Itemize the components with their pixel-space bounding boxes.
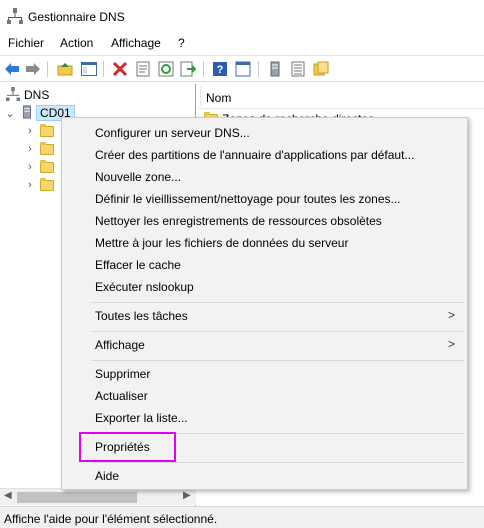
svg-text:?: ? (216, 64, 223, 76)
tree-item-child[interactable]: › (24, 176, 54, 194)
menu-item-vieillissement[interactable]: Définir le vieillissement/nettoyage pour… (62, 188, 467, 210)
menu-item-exporter[interactable]: Exporter la liste... (62, 407, 467, 429)
dns-app-icon (7, 8, 23, 27)
menu-fichier[interactable]: Fichier (8, 36, 44, 50)
menu-item-toutes-taches[interactable]: Toutes les tâches > (62, 305, 467, 327)
title-bar: Gestionnaire DNS (0, 0, 484, 34)
column-divider (200, 86, 201, 106)
menu-item-nettoyer[interactable]: Nettoyer les enregistrements de ressourc… (62, 210, 467, 232)
menu-item-nslookup[interactable]: Exécuter nslookup (62, 276, 467, 298)
refresh-icon[interactable] (156, 60, 175, 78)
back-arrow-icon[interactable] (2, 60, 21, 78)
toolbar-separator (258, 61, 259, 77)
forward-arrow-icon[interactable] (23, 60, 42, 78)
submenu-arrow-icon: > (447, 337, 455, 351)
menu-item-actualiser[interactable]: Actualiser (62, 385, 467, 407)
menu-help[interactable]: ? (178, 36, 185, 50)
folder-zone-icon[interactable] (311, 60, 330, 78)
folder-icon (40, 177, 54, 191)
menu-item-aide[interactable]: Aide (62, 465, 467, 487)
menu-separator (91, 360, 464, 361)
list-icon[interactable] (288, 60, 307, 78)
tree-horizontal-scrollbar[interactable]: ◀ ▶ (0, 488, 196, 505)
menu-item-supprimer[interactable]: Supprimer (62, 363, 467, 385)
window-title: Gestionnaire DNS (28, 10, 125, 24)
delete-icon[interactable] (110, 60, 129, 78)
chevron-right-icon[interactable]: › (24, 125, 36, 137)
toolbar-separator (103, 61, 104, 77)
dns-root-icon (6, 86, 20, 104)
chevron-down-icon[interactable]: ⌄ (4, 107, 16, 120)
menu-affichage[interactable]: Affichage (111, 36, 161, 50)
chevron-right-icon[interactable]: › (24, 143, 36, 155)
folder-icon (40, 141, 54, 155)
submenu-arrow-icon: > (447, 308, 455, 322)
menu-item-creer-partitions[interactable]: Créer des partitions de l'annuaire d'app… (62, 144, 467, 166)
chevron-right-icon[interactable]: › (24, 179, 36, 191)
tree-item-child[interactable]: › (24, 140, 54, 158)
menu-separator (91, 331, 464, 332)
console-tree-icon[interactable] (233, 60, 252, 78)
proprietes-highlight-box (79, 432, 176, 462)
folder-icon (40, 123, 54, 137)
column-header-nom[interactable]: Nom (206, 91, 231, 105)
context-menu: Configurer un serveur DNS... Créer des p… (61, 117, 468, 490)
show-hide-tree-icon[interactable] (79, 60, 98, 78)
tree-label-dns: DNS (24, 88, 50, 102)
toolbar-separator (203, 61, 204, 77)
menu-item-affichage[interactable]: Affichage > (62, 334, 467, 356)
toolbar-separator (47, 61, 48, 77)
menu-separator (91, 302, 464, 303)
export-list-icon[interactable] (178, 60, 197, 78)
up-folder-icon[interactable] (55, 60, 74, 78)
scrollbar-thumb[interactable] (17, 492, 137, 503)
server-icon (22, 104, 32, 122)
server-icon[interactable] (265, 60, 284, 78)
menu-action[interactable]: Action (60, 36, 93, 50)
menu-item-configurer[interactable]: Configurer un serveur DNS... (62, 122, 467, 144)
menu-item-nouvelle-zone[interactable]: Nouvelle zone... (62, 166, 467, 188)
chevron-right-icon[interactable]: › (24, 161, 36, 173)
menu-bar: Fichier Action Affichage ? (0, 34, 484, 54)
column-header: Nom (198, 84, 484, 109)
scroll-right-icon[interactable]: ▶ (183, 490, 191, 501)
scroll-left-icon[interactable]: ◀ (4, 490, 12, 501)
menu-item-effacer-cache[interactable]: Effacer le cache (62, 254, 467, 276)
status-text: Affiche l'aide pour l'élément sélectionn… (4, 512, 218, 526)
menu-separator (91, 462, 464, 463)
toolbar: ? (0, 55, 484, 82)
tree-item-child[interactable]: › (24, 158, 54, 176)
help-icon[interactable]: ? (210, 60, 229, 78)
status-bar: Affiche l'aide pour l'élément sélectionn… (0, 506, 484, 528)
menu-item-mettre-a-jour[interactable]: Mettre à jour les fichiers de données du… (62, 232, 467, 254)
properties-sheet-icon[interactable] (133, 60, 152, 78)
tree-item-child[interactable]: › (24, 122, 54, 140)
tree-item-dns[interactable]: DNS (6, 86, 49, 104)
folder-icon (40, 159, 54, 173)
